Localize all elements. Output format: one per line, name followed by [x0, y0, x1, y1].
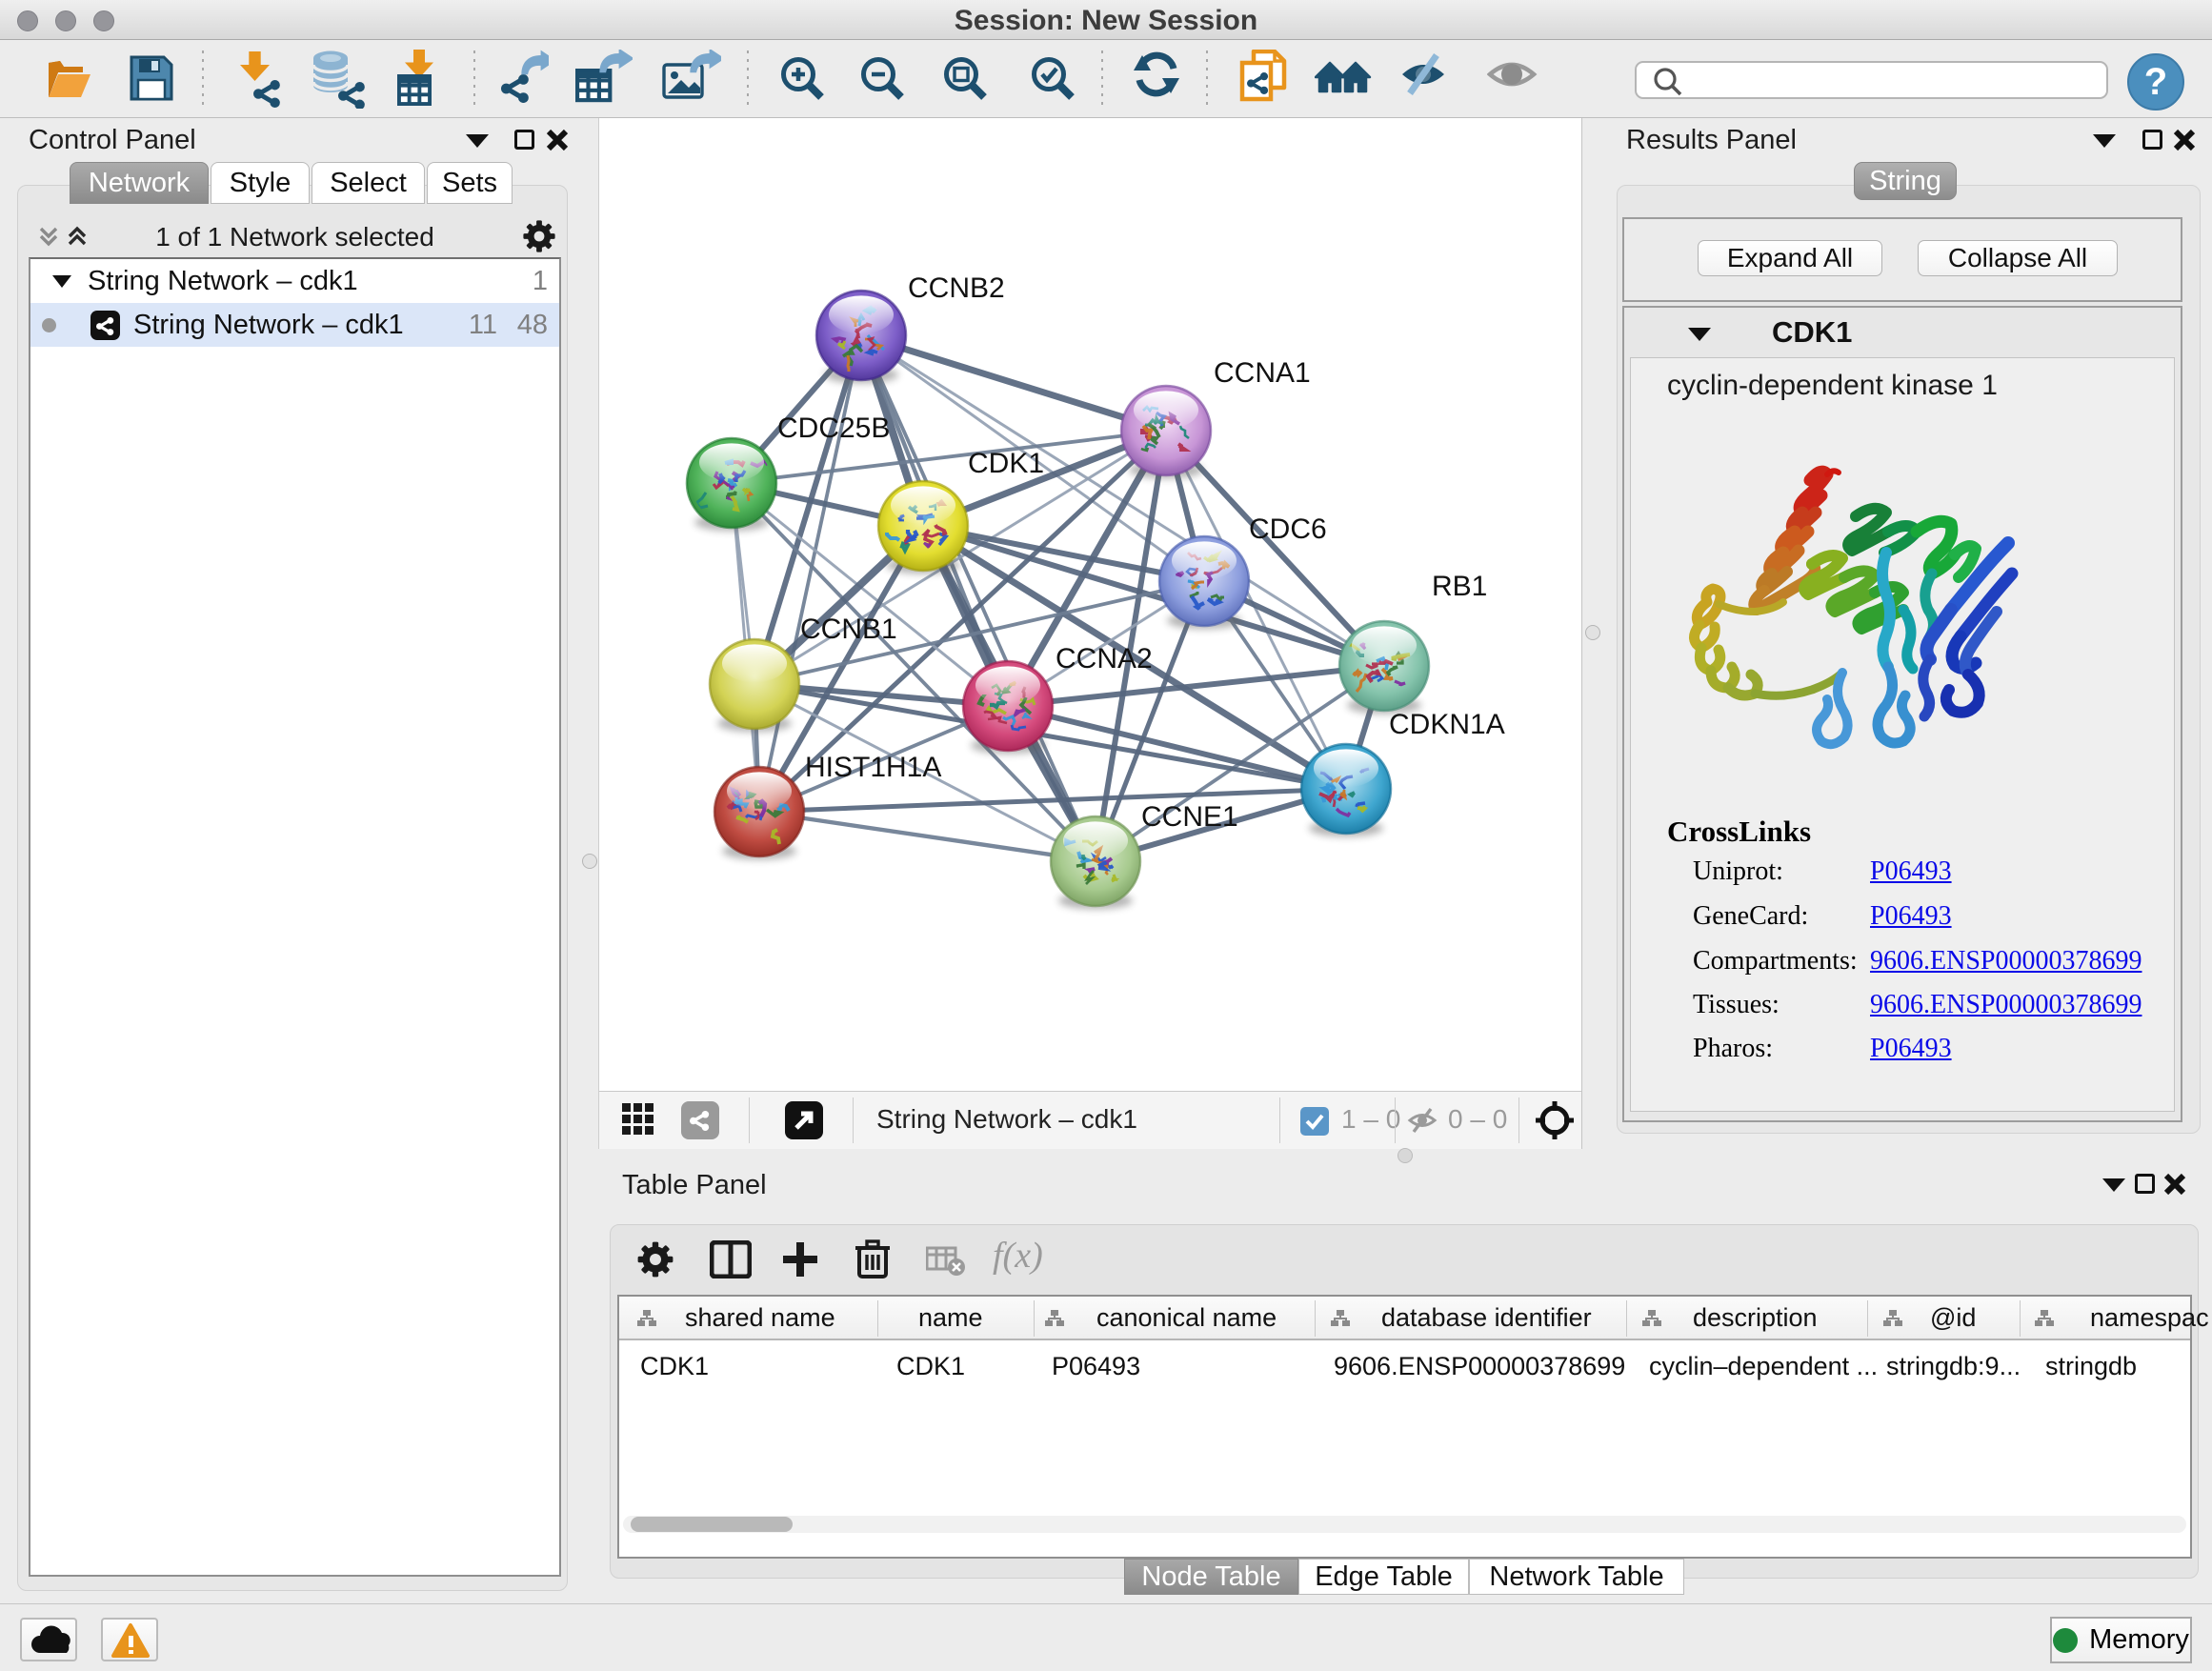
svg-text:CCNA1: CCNA1 — [1214, 357, 1311, 389]
svg-text:CDKN1A: CDKN1A — [1389, 709, 1505, 740]
svg-text:HIST1H1A: HIST1H1A — [805, 752, 941, 783]
svg-text:CDC25B: CDC25B — [777, 413, 890, 444]
svg-text:CCNA2: CCNA2 — [1056, 643, 1153, 674]
svg-text:CCNB1: CCNB1 — [800, 614, 897, 645]
svg-text:CDK1: CDK1 — [968, 448, 1044, 479]
svg-text:RB1: RB1 — [1432, 571, 1487, 602]
svg-text:CCNE1: CCNE1 — [1141, 801, 1238, 833]
svg-text:?: ? — [2144, 61, 2167, 103]
svg-text:CCNB2: CCNB2 — [908, 272, 1005, 304]
svg-text:CDC6: CDC6 — [1249, 513, 1327, 545]
